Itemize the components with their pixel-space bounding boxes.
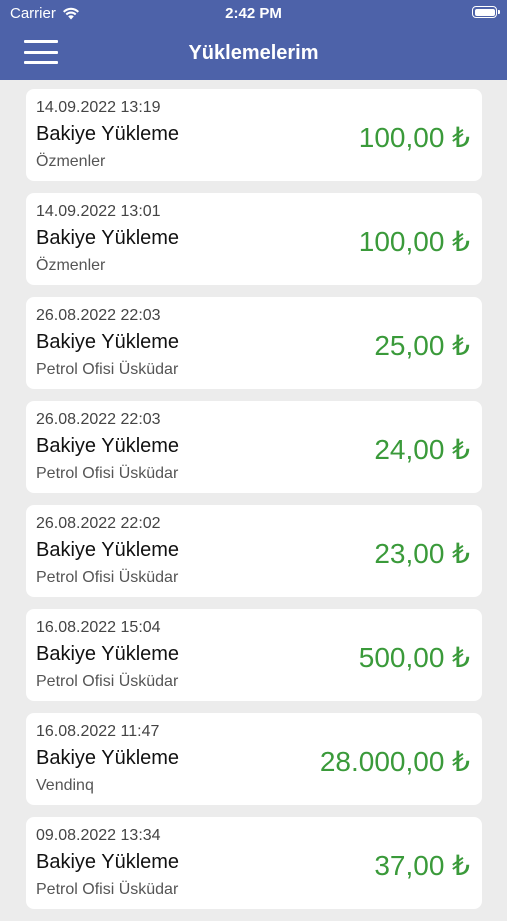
transaction-amount: 23,00 ₺ — [374, 538, 470, 569]
transaction-location: Petrol Ofisi Üsküdar — [36, 465, 179, 482]
transaction-card[interactable]: 16.08.2022 15:04 Bakiye Yükleme Petrol O… — [26, 609, 482, 701]
transaction-card[interactable]: 14.09.2022 13:19 Bakiye Yükleme Özmenler… — [26, 89, 482, 181]
transaction-amount: 500,00 ₺ — [358, 642, 470, 673]
transaction-list: 14.09.2022 13:19 Bakiye Yükleme Özmenler… — [26, 89, 482, 921]
transaction-card[interactable]: 26.08.2022 22:03 Bakiye Yükleme Petrol O… — [26, 401, 482, 493]
transaction-card[interactable]: 16.08.2022 11:47 Bakiye Yükleme Vendinq … — [26, 713, 482, 805]
transaction-title: Bakiye Yükleme — [36, 227, 180, 249]
transaction-amount: 37,00 ₺ — [374, 850, 470, 881]
transaction-date: 26.08.2022 22:02 — [36, 515, 161, 532]
transaction-date: 16.08.2022 15:04 — [36, 619, 161, 636]
transaction-title: Bakiye Yükleme — [36, 435, 180, 457]
transaction-location: Özmenler — [36, 257, 106, 274]
transaction-date: 26.08.2022 22:03 — [36, 307, 161, 324]
transaction-location: Vendinq — [36, 777, 94, 794]
transaction-title: Bakiye Yükleme — [36, 331, 180, 353]
transaction-title: Bakiye Yükleme — [36, 747, 180, 769]
transaction-location: Petrol Ofisi Üsküdar — [36, 361, 179, 378]
transaction-amount: 24,00 ₺ — [374, 434, 470, 465]
transaction-amount: 25,00 ₺ — [374, 330, 470, 361]
transaction-amount: 28.000,00 ₺ — [319, 746, 470, 777]
transaction-date: 09.08.2022 13:34 — [36, 827, 161, 844]
transaction-date: 16.08.2022 11:47 — [36, 723, 160, 740]
transaction-location: Petrol Ofisi Üsküdar — [36, 673, 179, 690]
transaction-date: 14.09.2022 13:01 — [36, 203, 161, 220]
transaction-card[interactable]: 26.08.2022 22:03 Bakiye Yükleme Petrol O… — [26, 297, 482, 389]
transaction-date: 14.09.2022 13:19 — [36, 99, 161, 116]
transaction-title: Bakiye Yükleme — [36, 851, 180, 873]
transaction-card[interactable]: 09.08.2022 13:34 Bakiye Yükleme Petrol O… — [26, 817, 482, 909]
transaction-card[interactable]: 26.08.2022 22:02 Bakiye Yükleme Petrol O… — [26, 505, 482, 597]
transaction-title: Bakiye Yükleme — [36, 539, 180, 561]
transaction-title: Bakiye Yükleme — [36, 643, 180, 665]
transaction-location: Özmenler — [36, 153, 106, 170]
transaction-card[interactable]: 14.09.2022 13:01 Bakiye Yükleme Özmenler… — [26, 193, 482, 285]
transaction-location: Petrol Ofisi Üsküdar — [36, 881, 179, 898]
transaction-amount: 100,00 ₺ — [358, 226, 470, 257]
battery-icon — [472, 6, 500, 18]
transaction-date: 26.08.2022 22:03 — [36, 411, 161, 428]
page-title: Yüklemelerim — [188, 42, 319, 64]
transaction-title: Bakiye Yükleme — [36, 123, 180, 145]
transaction-location: Petrol Ofisi Üsküdar — [36, 569, 179, 586]
status-time: 2:42 PM — [225, 5, 282, 22]
navigation-bar: Carrier 2:42 PM Yüklemelerim — [0, 0, 507, 80]
transaction-amount: 100,00 ₺ — [358, 122, 470, 153]
